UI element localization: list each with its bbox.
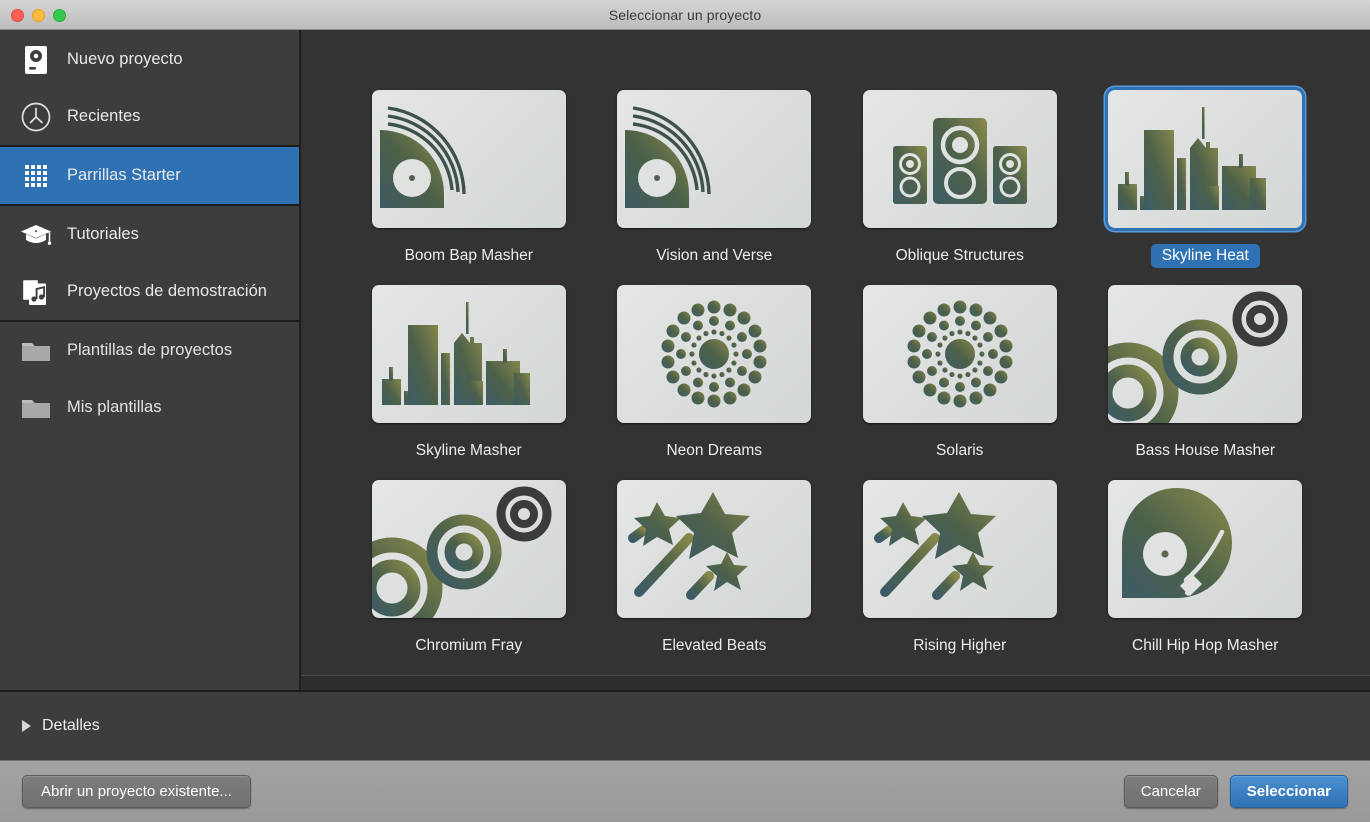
maximize-button-icon[interactable] bbox=[53, 9, 66, 22]
sidebar-item-label: Plantillas de proyectos bbox=[67, 341, 232, 360]
details-disclosure-bar[interactable]: Detalles bbox=[0, 690, 1370, 760]
project-tile-label: Chromium Fray bbox=[404, 634, 533, 658]
sidebar-item-mis-plantillas[interactable]: Mis plantillas bbox=[0, 379, 299, 436]
sidebar-item-label: Proyectos de demostración bbox=[67, 282, 267, 301]
sidebar-item-tutoriales[interactable]: Tutoriales bbox=[0, 206, 299, 263]
window-body: Nuevo proyecto Recientes bbox=[0, 30, 1370, 690]
project-tile-label: Oblique Structures bbox=[885, 244, 1035, 268]
minimize-button-icon[interactable] bbox=[32, 9, 45, 22]
window-title: Seleccionar un proyecto bbox=[0, 7, 1370, 23]
project-tile[interactable]: Chromium Fray bbox=[371, 480, 567, 675]
project-tile[interactable]: Elevated Beats bbox=[616, 480, 812, 675]
project-tile-label: Vision and Verse bbox=[645, 244, 783, 268]
sidebar-group-2: Parrillas Starter bbox=[0, 147, 299, 206]
new-project-icon bbox=[19, 43, 53, 77]
project-tile-label: Bass House Masher bbox=[1124, 439, 1286, 463]
project-tile-label: Chill Hip Hop Masher bbox=[1121, 634, 1289, 658]
sidebar-item-label: Parrillas Starter bbox=[67, 166, 181, 185]
project-tile-label: Boom Bap Masher bbox=[394, 244, 544, 268]
sidebar-item-label: Mis plantillas bbox=[67, 398, 161, 417]
project-tile[interactable]: Oblique Structures bbox=[862, 90, 1058, 285]
project-chooser-window: Seleccionar un proyecto Nuevo proyecto bbox=[0, 0, 1370, 822]
project-tile[interactable]: Solaris bbox=[862, 285, 1058, 480]
project-tile[interactable]: Neon Dreams bbox=[616, 285, 812, 480]
sidebar-group-4: Plantillas de proyectos Mis plantillas bbox=[0, 322, 299, 436]
sidebar-group-1: Nuevo proyecto Recientes bbox=[0, 31, 299, 147]
project-tile[interactable]: Vision and Verse bbox=[616, 90, 812, 285]
cancel-button[interactable]: Cancelar bbox=[1124, 775, 1218, 808]
sidebar-item-parrillas-starter[interactable]: Parrillas Starter bbox=[0, 147, 299, 204]
project-tile-label: Solaris bbox=[925, 439, 994, 463]
main-content: Boom Bap Masher bbox=[301, 30, 1370, 690]
project-grid: Boom Bap Masher bbox=[301, 30, 1370, 675]
radial-dots-artwork bbox=[863, 285, 1057, 423]
footer-toolbar: Abrir un proyecto existente... Cancelar … bbox=[0, 760, 1370, 822]
music-documents-icon bbox=[19, 275, 53, 309]
sidebar-item-plantillas-de-proyectos[interactable]: Plantillas de proyectos bbox=[0, 322, 299, 379]
project-tile-label: Neon Dreams bbox=[655, 439, 773, 463]
sidebar-group-3: Tutoriales Proyectos de demostración bbox=[0, 206, 299, 322]
folder-icon bbox=[19, 391, 53, 425]
project-tile-label: Skyline Masher bbox=[405, 439, 533, 463]
sidebar: Nuevo proyecto Recientes bbox=[0, 30, 301, 690]
select-button[interactable]: Seleccionar bbox=[1230, 775, 1348, 808]
sidebar-item-label: Recientes bbox=[67, 107, 140, 126]
vinyl-stack-artwork bbox=[617, 90, 811, 228]
sidebar-item-label: Nuevo proyecto bbox=[67, 50, 183, 69]
speakers-artwork bbox=[863, 90, 1057, 228]
folder-icon bbox=[19, 334, 53, 368]
vinyl-stack-artwork bbox=[372, 90, 566, 228]
open-existing-project-button[interactable]: Abrir un proyecto existente... bbox=[22, 775, 251, 808]
rings-artwork bbox=[1108, 285, 1302, 423]
skyline-artwork bbox=[1108, 90, 1302, 228]
close-button-icon[interactable] bbox=[11, 9, 24, 22]
sidebar-item-proyectos-de-demostracion[interactable]: Proyectos de demostración bbox=[0, 263, 299, 320]
project-tile-label: Elevated Beats bbox=[651, 634, 777, 658]
sidebar-item-recientes[interactable]: Recientes bbox=[0, 88, 299, 145]
disclosure-triangle-right-icon[interactable] bbox=[22, 720, 31, 732]
magic-wand-artwork bbox=[863, 480, 1057, 618]
sidebar-item-label: Tutoriales bbox=[67, 225, 139, 244]
project-tile[interactable]: Chill Hip Hop Masher bbox=[1107, 480, 1303, 675]
project-tile-label: Skyline Heat bbox=[1151, 244, 1260, 268]
project-tile[interactable]: Boom Bap Masher bbox=[371, 90, 567, 285]
project-tile-selected[interactable]: Skyline Heat bbox=[1107, 90, 1303, 285]
titlebar: Seleccionar un proyecto bbox=[0, 0, 1370, 30]
traffic-lights bbox=[11, 0, 66, 30]
magic-wand-artwork bbox=[617, 480, 811, 618]
project-tile[interactable]: Bass House Masher bbox=[1107, 285, 1303, 480]
project-tile[interactable]: Skyline Masher bbox=[371, 285, 567, 480]
details-label: Detalles bbox=[42, 717, 100, 735]
skyline-artwork bbox=[372, 285, 566, 423]
project-tile[interactable]: Rising Higher bbox=[862, 480, 1058, 675]
sidebar-item-nuevo-proyecto[interactable]: Nuevo proyecto bbox=[0, 31, 299, 88]
graduation-cap-icon bbox=[19, 218, 53, 252]
radial-dots-artwork bbox=[617, 285, 811, 423]
grid-dots-icon bbox=[19, 159, 53, 193]
clock-icon bbox=[19, 100, 53, 134]
rings-artwork bbox=[372, 480, 566, 618]
turntable-artwork bbox=[1108, 480, 1302, 618]
project-tile-label: Rising Higher bbox=[902, 634, 1017, 658]
